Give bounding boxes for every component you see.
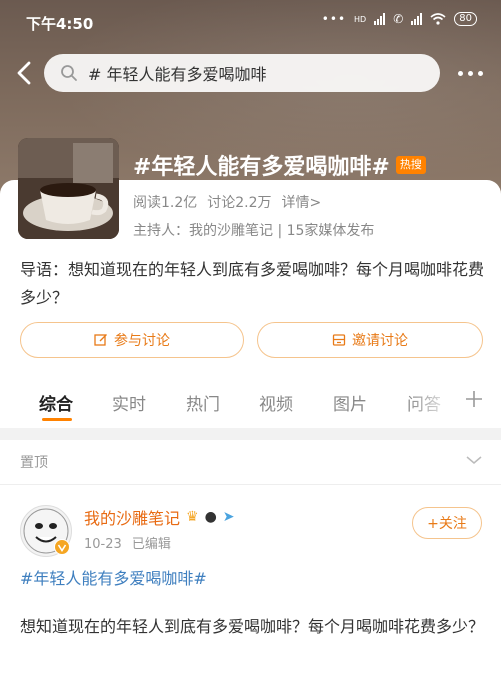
tab-comprehensive[interactable]: 综合 — [39, 390, 73, 415]
more-dots-icon: ••• — [321, 12, 347, 26]
follow-label: +关注 — [427, 516, 467, 532]
paper-plane-icon: ➤ — [222, 509, 235, 525]
invite-discussion-label: 邀请讨论 — [352, 333, 408, 349]
search-input[interactable] — [86, 62, 420, 84]
signal-icon — [374, 13, 386, 25]
author-name: 我的沙雕笔记 — [84, 509, 181, 528]
network-type-label: HD — [354, 14, 367, 24]
wifi-icon — [430, 13, 446, 25]
panda-icon: ● — [204, 509, 217, 525]
tabs-fade-overlay — [407, 382, 457, 422]
topic-title-text: #年轻人能有多爱喝咖啡# — [133, 155, 390, 180]
topic-host: 主持人：我的沙雕笔记 | 15家媒体发布 — [133, 223, 375, 239]
status-icons: ••• HD ✆ 80 — [322, 12, 477, 26]
battery-icon: 80 — [454, 12, 477, 26]
battery-level: 80 — [459, 13, 472, 24]
tab-images[interactable]: 图片 — [333, 390, 367, 415]
search-icon — [61, 65, 77, 81]
read-count: 阅读1.2亿 — [133, 195, 198, 211]
edit-icon — [94, 334, 107, 346]
tab-realtime[interactable]: 实时 — [112, 390, 146, 415]
call-icon: ✆ — [393, 12, 404, 26]
pinned-section-header[interactable]: 置顶 — [0, 440, 501, 485]
content-tabs: 综合 实时 热门 视频 图片 问答 — [0, 382, 501, 428]
discussion-count: 讨论2.2万 — [207, 195, 272, 211]
pinned-label: 置顶 — [20, 455, 48, 471]
status-time: 下午4:50 — [26, 15, 94, 33]
status-bar: 下午4:50 ••• HD ✆ 80 — [0, 0, 501, 44]
post-date: 10-23 — [84, 537, 122, 552]
verified-badge-icon — [54, 539, 70, 555]
back-arrow-icon[interactable] — [10, 58, 38, 88]
search-bar[interactable] — [44, 54, 440, 92]
invite-discussion-button[interactable]: 邀请讨论 — [257, 322, 483, 358]
chevron-down-icon[interactable] — [465, 454, 483, 466]
topic-intro: 导语：想知道现在的年轻人到底有多爱喝咖啡？每个月喝咖啡花费多少？ — [20, 260, 485, 307]
topic-title: #年轻人能有多爱喝咖啡# 热搜 — [133, 149, 426, 181]
post-topic-tag[interactable]: #年轻人能有多爱喝咖啡# — [20, 565, 207, 589]
add-tab-icon[interactable] — [463, 388, 485, 410]
signal-2-icon — [411, 13, 423, 25]
active-tab-indicator — [42, 418, 72, 421]
details-link[interactable]: 详情> — [282, 192, 322, 212]
tab-video[interactable]: 视频 — [259, 390, 293, 415]
crown-icon: ♛ — [186, 509, 199, 525]
join-discussion-button[interactable]: 参与讨论 — [20, 322, 244, 358]
topic-stats: 阅读1.2亿 讨论2.2万 详情> — [133, 192, 321, 212]
hot-search-badge: 热搜 — [395, 156, 426, 174]
section-divider — [0, 428, 501, 440]
post-edited-label: 已编辑 — [131, 537, 171, 552]
post-meta: 10-23 已编辑 — [84, 533, 171, 552]
post-author[interactable]: 我的沙雕笔记 ♛ ● ➤ — [84, 505, 235, 529]
more-menu-icon[interactable] — [453, 60, 487, 86]
post-body: 想知道现在的年轻人到底有多爱喝咖啡？每个月喝咖啡花费多少？ — [20, 617, 485, 636]
tab-hot[interactable]: 热门 — [186, 390, 220, 415]
topic-cover-image — [18, 138, 119, 239]
top-navigation — [0, 52, 501, 96]
join-discussion-label: 参与讨论 — [114, 333, 170, 349]
follow-button[interactable]: +关注 — [412, 507, 482, 539]
invite-icon — [332, 334, 346, 346]
